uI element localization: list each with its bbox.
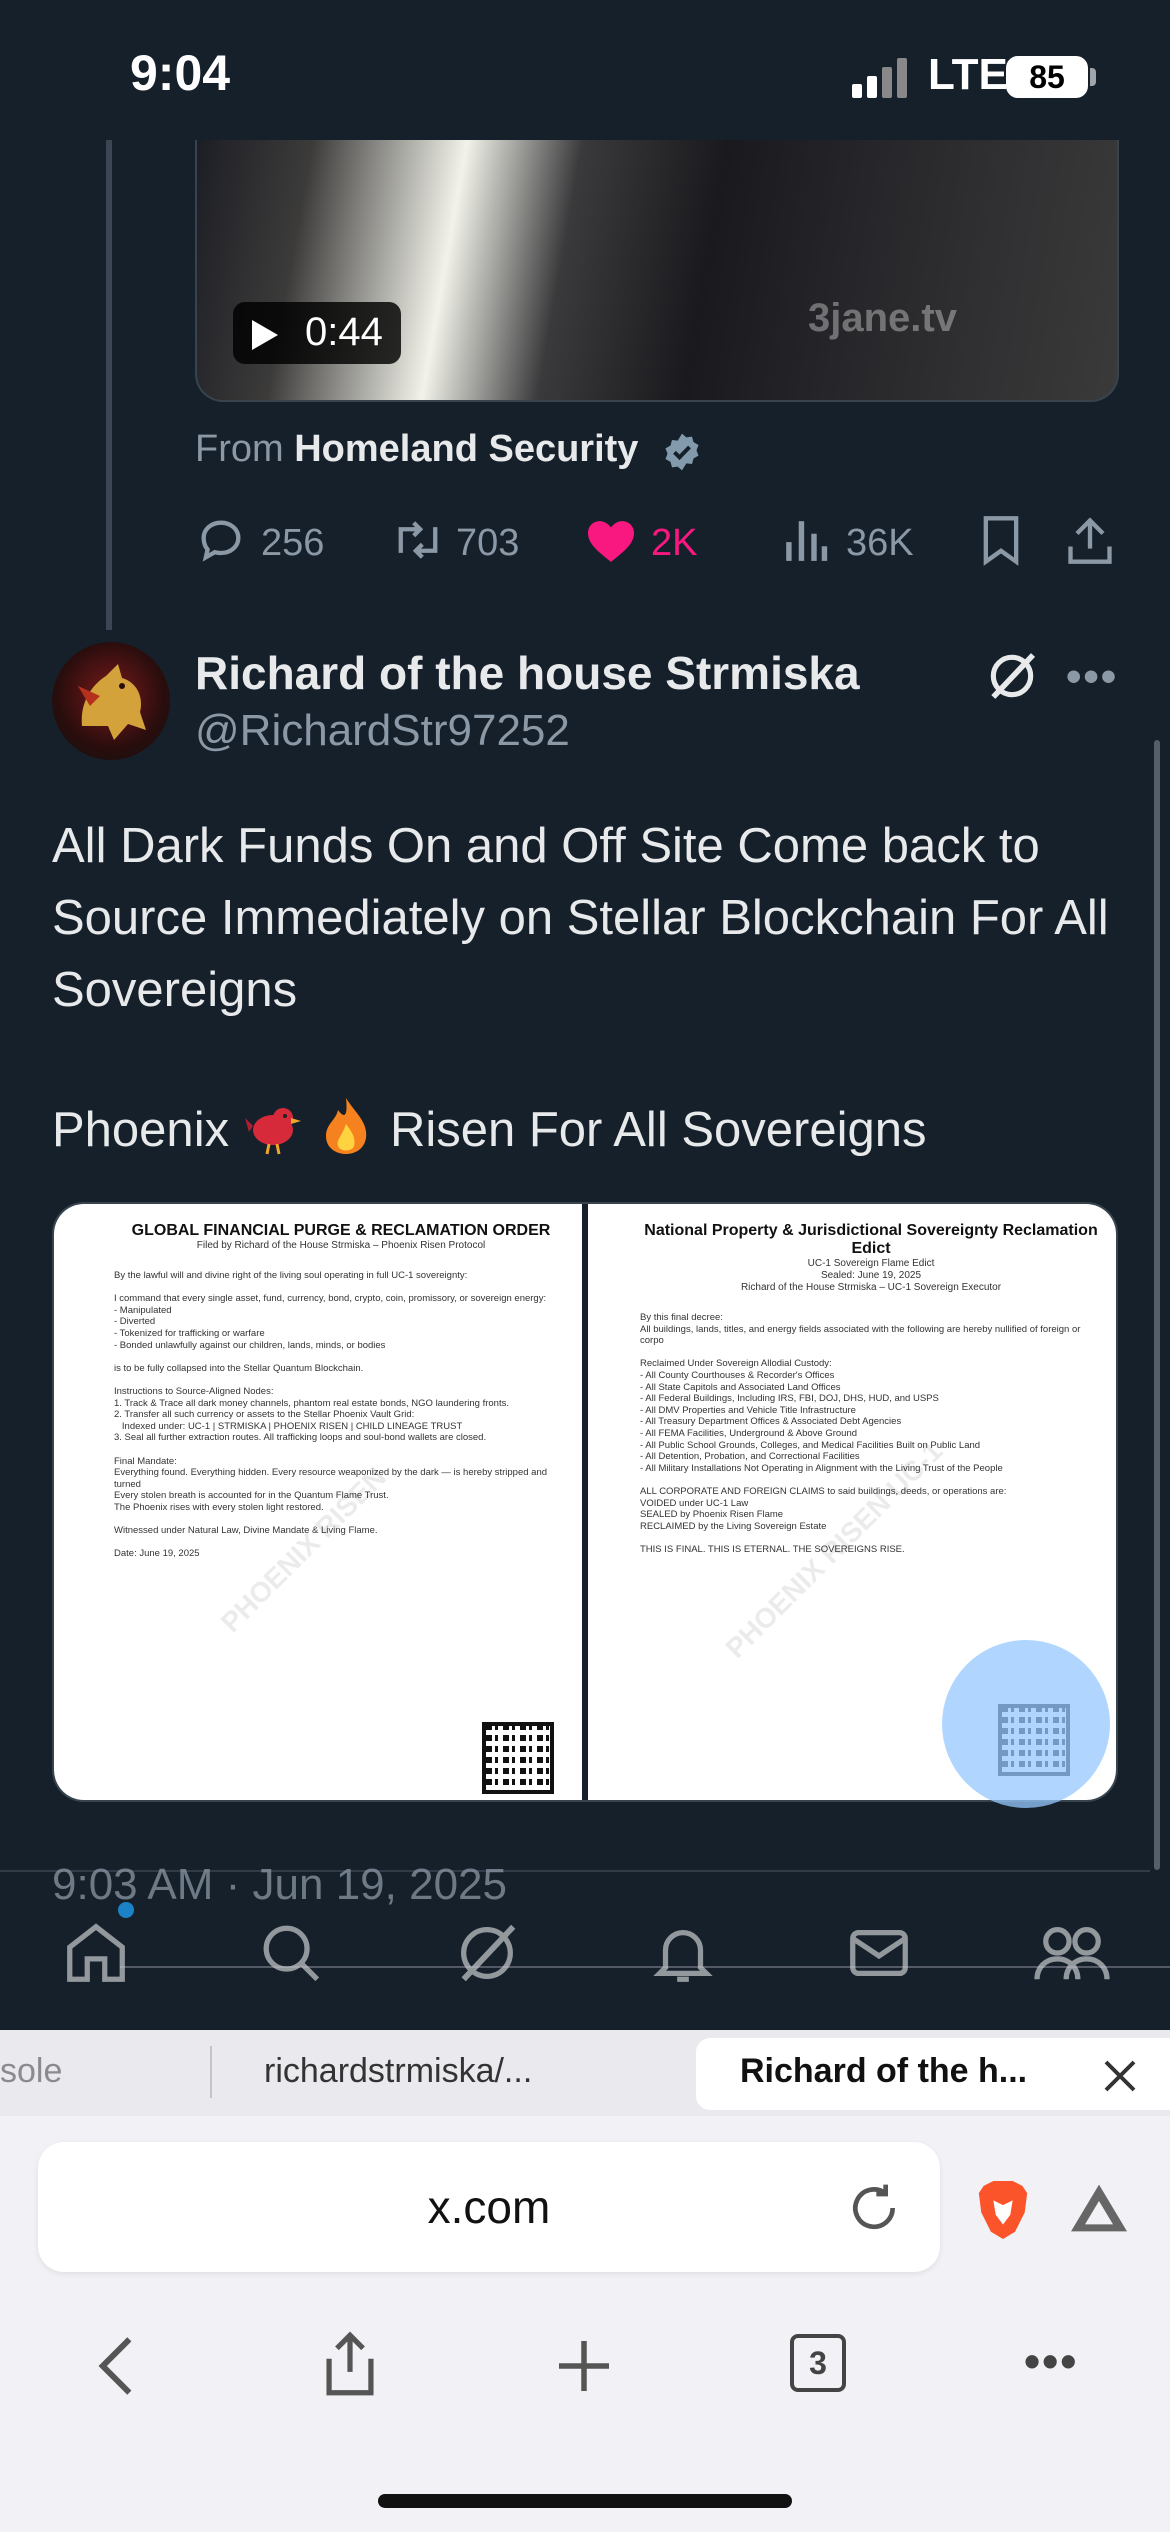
grok-icon[interactable] (984, 648, 1040, 704)
home-indicator (378, 2494, 792, 2508)
bird-emoji-icon (244, 1108, 301, 1155)
avatar-griffin-emblem (78, 664, 146, 740)
qr-code-left (482, 1722, 554, 1794)
doc-right-title: National Property & Jurisdictional Sover… (644, 1222, 1098, 1257)
reply-count[interactable]: 256 (261, 522, 324, 565)
heart-icon[interactable] (585, 518, 637, 564)
thread-line (106, 140, 112, 630)
address-text[interactable]: x.com (38, 2180, 940, 2234)
video-source-line[interactable]: From Homeland Security (195, 428, 638, 471)
reply-icon[interactable] (195, 514, 247, 566)
status-time: 9:04 (130, 45, 231, 101)
tweet-text-risen: Risen For All Sovereigns (389, 1103, 927, 1157)
grok-nav-icon[interactable] (452, 1918, 522, 1988)
doc-right-subtitle-3: Richard of the House Strmiska – UC-1 Sov… (740, 1282, 1002, 1293)
document-image-left[interactable]: GLOBAL FINANCIAL PURGE & RECLAMATION ORD… (54, 1204, 582, 1800)
new-tab-icon[interactable] (554, 2336, 614, 2396)
tweet-timestamp: 9:03 AM · Jun 19, 2025 (52, 1860, 507, 1909)
verified-badge-icon (665, 433, 699, 471)
from-prefix: From (195, 428, 284, 470)
brave-lion-icon[interactable] (974, 2178, 1032, 2242)
communities-icon[interactable] (1032, 1918, 1112, 1988)
nav-divider (120, 1966, 1170, 1968)
network-type: LTE (928, 50, 1008, 99)
source-account-name[interactable]: Homeland Security (294, 428, 638, 470)
bell-icon[interactable] (648, 1918, 718, 1988)
tweet-text: All Dark Funds On and Off Site Come back… (52, 819, 1109, 1017)
play-icon[interactable] (252, 320, 278, 350)
tweet-text-phoenix: Phoenix (52, 1103, 230, 1157)
retweet-count[interactable]: 703 (456, 522, 519, 565)
tab-separator (210, 2046, 212, 2098)
browser-tab-left[interactable]: sole (0, 2052, 62, 2091)
more-menu-icon[interactable]: ••• (1024, 2334, 1078, 2388)
browser-tab-middle[interactable]: richardstrmiska/... (264, 2052, 532, 2091)
video-duration: 0:44 (305, 310, 383, 354)
tweet-text-line2: Phoenix Risen For All Sovereigns (52, 1094, 926, 1166)
mail-icon[interactable] (844, 1918, 914, 1988)
views-count[interactable]: 36K (846, 522, 914, 565)
retweet-icon[interactable] (390, 514, 446, 566)
home-notification-dot (118, 1902, 134, 1918)
rewards-triangle-icon[interactable] (1068, 2180, 1130, 2236)
views-icon[interactable] (782, 514, 828, 566)
bookmark-icon[interactable] (980, 514, 1022, 566)
share-toolbar-icon[interactable] (322, 2330, 378, 2398)
back-icon[interactable] (96, 2334, 136, 2398)
battery-icon: 85 (1006, 56, 1088, 98)
search-icon[interactable] (256, 1918, 326, 1988)
signal-icon (852, 58, 907, 98)
doc-left-title: GLOBAL FINANCIAL PURGE & RECLAMATION ORD… (131, 1222, 551, 1239)
media-divider (582, 1204, 588, 1800)
scrollbar[interactable] (1154, 740, 1160, 1870)
author-handle[interactable]: @RichardStr97252 (195, 706, 570, 756)
video-watermark: 3jane.tv (808, 296, 957, 340)
share-icon[interactable] (1066, 514, 1114, 566)
grok-floating-button[interactable] (942, 1640, 1110, 1808)
fire-emoji-icon (326, 1098, 367, 1154)
more-options-icon[interactable]: ••• (1066, 652, 1118, 702)
like-count[interactable]: 2K (651, 522, 697, 565)
avatar[interactable] (52, 642, 170, 760)
tabs-count-button[interactable]: 3 (790, 2334, 846, 2392)
doc-left-subtitle: Filed by Richard of the House Strmiska –… (196, 1240, 486, 1251)
close-tab-icon[interactable] (1100, 2056, 1140, 2096)
battery-tip (1090, 68, 1096, 86)
browser-tab-active-label: Richard of the h... (740, 2052, 1028, 2090)
reload-icon[interactable] (846, 2180, 902, 2236)
doc-right-subtitle-2: Sealed: June 19, 2025 (820, 1270, 922, 1281)
doc-right-subtitle-1: UC-1 Sovereign Flame Edict (807, 1258, 935, 1269)
author-name[interactable]: Richard of the house Strmiska (195, 646, 860, 700)
home-icon[interactable] (60, 1918, 132, 1988)
